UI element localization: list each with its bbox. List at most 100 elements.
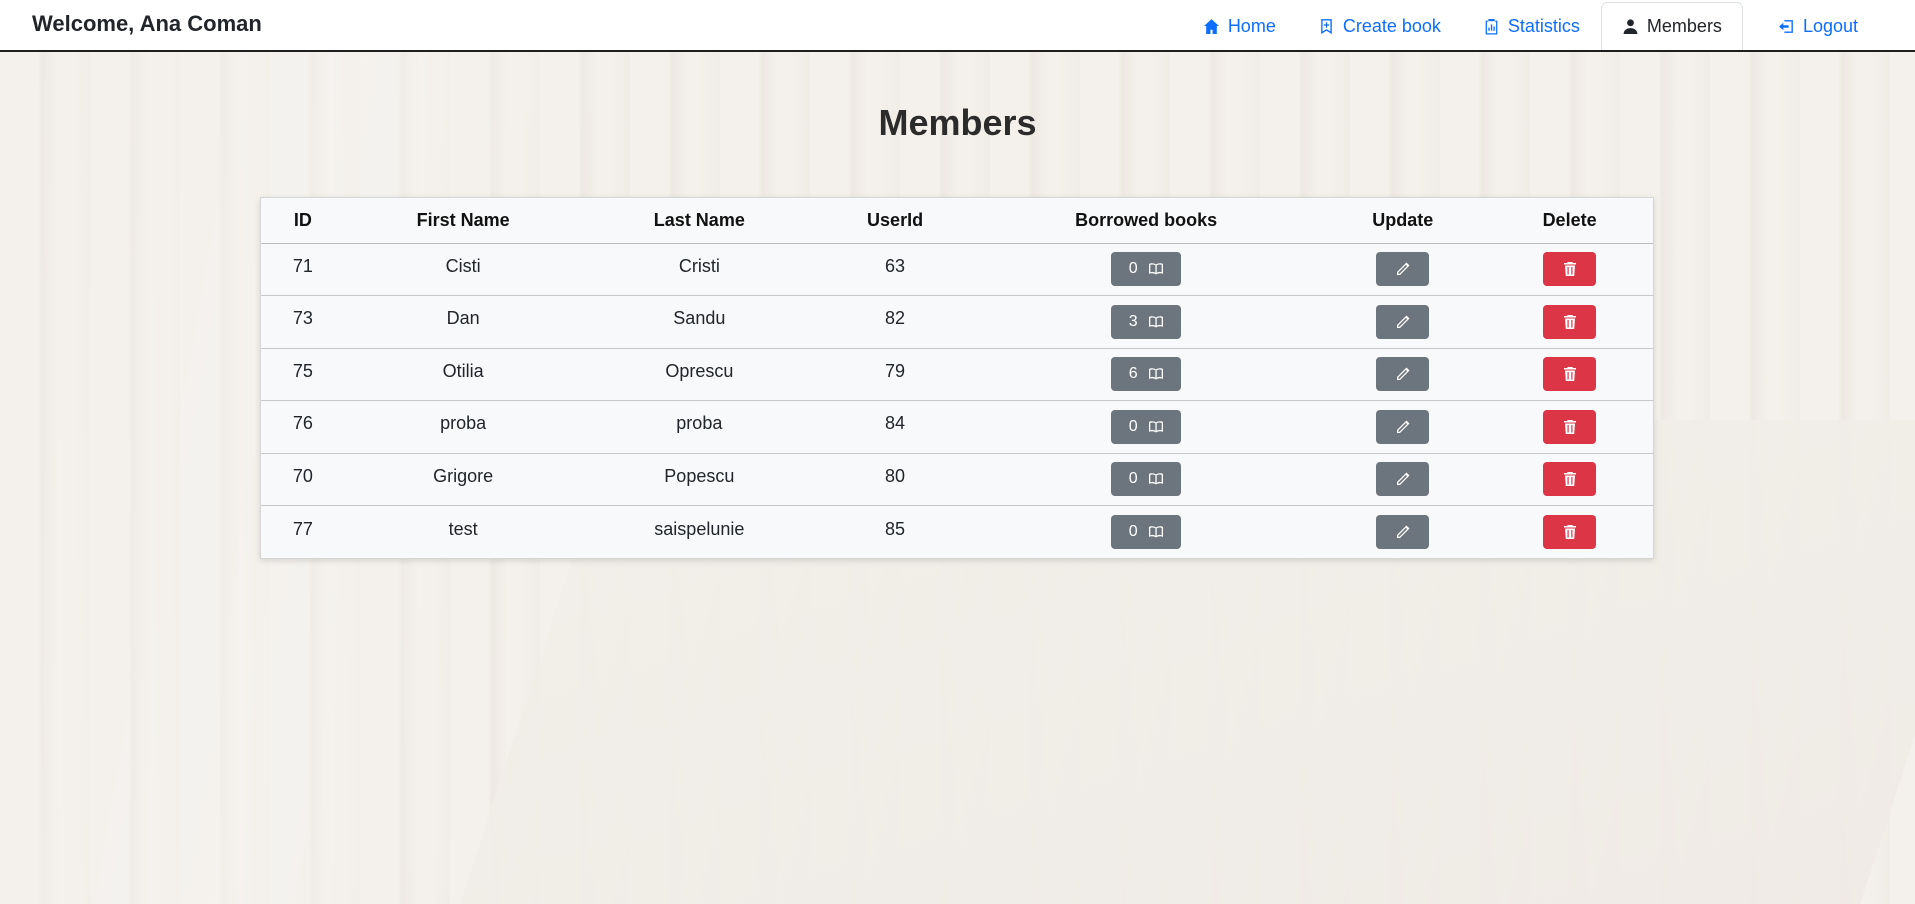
nav-create-book[interactable]: Create book (1297, 2, 1462, 50)
cell-update (1319, 506, 1486, 559)
pencil-icon (1396, 262, 1410, 276)
member-last-name: Sandu (673, 308, 726, 329)
cell-id: 70 (261, 453, 345, 506)
cell-delete (1486, 348, 1653, 401)
update-member-button[interactable] (1376, 515, 1430, 549)
member-id: 73 (292, 308, 313, 329)
cell-borrowed: 0 (972, 453, 1320, 506)
borrowed-count: 0 (1128, 470, 1138, 488)
delete-member-button[interactable] (1543, 252, 1597, 287)
borrowed-books-button[interactable]: 6 (1111, 357, 1182, 392)
cell-id: 75 (261, 348, 345, 401)
member-user-id: 63 (885, 255, 906, 276)
trash-icon (1563, 419, 1576, 434)
borrowed-books-button[interactable]: 0 (1111, 409, 1182, 444)
cell-delete (1486, 400, 1653, 454)
cell-last-name: Oprescu (581, 348, 818, 401)
table-row: 70 Grigore Popescu 80 0 (261, 453, 1653, 506)
nav-logout-label: Logout (1802, 16, 1858, 36)
borrowed-books-button[interactable]: 0 (1111, 252, 1182, 287)
cell-last-name: proba (581, 400, 818, 454)
delete-member-button[interactable] (1543, 409, 1597, 444)
borrowed-count: 0 (1128, 260, 1138, 278)
bookmark-plus-icon (1321, 19, 1332, 34)
cell-borrowed: 3 (972, 295, 1320, 349)
borrowed-books-button[interactable]: 0 (1111, 515, 1182, 549)
book-icon (1148, 263, 1163, 275)
cell-first-name: Dan (344, 295, 582, 349)
cell-delete (1486, 295, 1653, 349)
pencil-icon (1396, 315, 1410, 328)
cell-borrowed: 0 (973, 506, 1319, 559)
logout-icon (1779, 20, 1793, 33)
pencil-icon (1396, 472, 1410, 486)
trash-icon (1563, 262, 1576, 277)
navbar: Welcome, Ana Coman Home Create book Stat… (0, 0, 1915, 52)
member-last-name: saispelunie (654, 518, 745, 539)
table-row: 77 test saispelunie 85 0 (261, 506, 1653, 559)
member-first-name: Otilia (442, 360, 484, 381)
cell-last-name: Cristi (581, 243, 818, 296)
table-row: 73 Dan Sandu 82 3 (261, 295, 1653, 349)
table-row: 71 Cisti Cristi 63 0 (261, 243, 1653, 296)
member-first-name: proba (440, 413, 487, 434)
cell-update (1319, 400, 1487, 454)
member-id: 71 (292, 255, 313, 276)
borrowed-books-button[interactable]: 0 (1111, 462, 1182, 497)
table-row: 75 Otilia Oprescu 79 6 (261, 348, 1653, 401)
nav-home[interactable]: Home (1182, 2, 1297, 50)
trash-icon (1563, 525, 1576, 539)
update-member-button[interactable] (1376, 304, 1430, 339)
member-first-name: Cisti (445, 255, 481, 276)
header-user-id: UserId (817, 198, 973, 244)
cell-user-id: 82 (817, 295, 973, 349)
borrowed-count: 3 (1128, 312, 1138, 330)
nav-members[interactable]: Members (1600, 2, 1743, 50)
book-icon (1148, 421, 1163, 433)
delete-member-button[interactable] (1543, 462, 1597, 497)
nav-members-label: Members (1646, 16, 1722, 36)
delete-member-button[interactable] (1543, 515, 1597, 549)
header-first-name: First Name (344, 198, 582, 244)
update-member-button[interactable] (1376, 252, 1430, 287)
member-user-id: 82 (885, 308, 906, 329)
pencil-icon (1396, 420, 1410, 433)
member-last-name: Cristi (678, 255, 720, 276)
cell-borrowed: 0 (972, 400, 1320, 454)
pencil-icon (1396, 525, 1410, 538)
nav-home-label: Home (1227, 16, 1276, 36)
pencil-icon (1396, 367, 1410, 381)
borrowed-count: 6 (1128, 365, 1138, 383)
cell-user-id: 80 (817, 453, 973, 506)
nav-logout[interactable]: Logout (1757, 2, 1879, 50)
trash-icon (1563, 472, 1576, 487)
member-first-name: Grigore (433, 465, 494, 486)
book-icon (1148, 368, 1163, 380)
member-id: 75 (292, 360, 313, 381)
cell-first-name: Grigore (344, 453, 582, 506)
borrowed-books-button[interactable]: 3 (1111, 304, 1182, 339)
member-user-id: 79 (885, 360, 906, 381)
cell-id: 77 (261, 506, 345, 559)
cell-first-name: Cisti (344, 243, 582, 296)
cell-user-id: 85 (817, 506, 973, 559)
cell-id: 71 (261, 243, 345, 296)
update-member-button[interactable] (1376, 462, 1430, 497)
member-id: 77 (292, 518, 313, 539)
nav-links: Home Create book Statistics Members Logo… (1182, 0, 1915, 50)
book-icon (1148, 473, 1163, 485)
nav-statistics[interactable]: Statistics (1462, 2, 1601, 50)
cell-last-name: Sandu (581, 295, 818, 349)
member-user-id: 85 (885, 518, 906, 539)
delete-member-button[interactable] (1543, 304, 1597, 339)
table-row: 76 proba proba 84 0 (261, 400, 1653, 454)
table-header-row: ID First Name Last Name UserId Borrowed … (261, 198, 1653, 244)
cell-last-name: Popescu (581, 453, 818, 506)
cell-borrowed: 0 (972, 243, 1320, 296)
update-member-button[interactable] (1376, 409, 1430, 444)
members-table: ID First Name Last Name UserId Borrowed … (261, 198, 1653, 558)
delete-member-button[interactable] (1543, 357, 1597, 392)
cell-id: 76 (261, 400, 345, 454)
update-member-button[interactable] (1376, 357, 1430, 392)
cell-delete (1486, 453, 1653, 506)
